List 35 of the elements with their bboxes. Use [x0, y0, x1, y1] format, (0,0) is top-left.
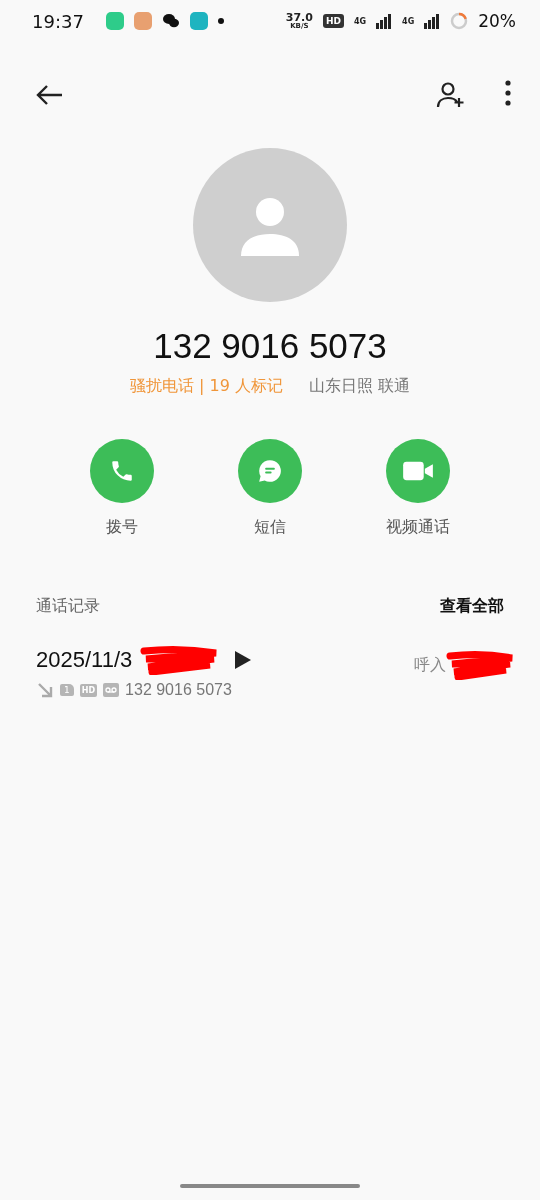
- app-icon: [133, 12, 152, 30]
- action-label: 拨号: [106, 517, 138, 538]
- number-location: 山东日照 联通: [308, 376, 411, 397]
- action-label: 短信: [254, 517, 286, 538]
- action-label: 视频通话: [386, 517, 450, 538]
- phone-number: 132 9016 5073: [153, 326, 387, 366]
- incoming-arrow-icon: [36, 681, 54, 699]
- call-date: 2025/11/3: [36, 647, 133, 673]
- sim-badge: 1: [60, 684, 74, 696]
- hd-badge: HD: [79, 683, 98, 697]
- status-time: 19:37: [32, 10, 84, 32]
- network-type: 4G: [402, 16, 415, 26]
- phone-icon: [109, 458, 135, 484]
- signal-icon: [376, 13, 393, 29]
- battery-app-icon: [105, 12, 124, 30]
- notification-dot-icon: [217, 18, 224, 24]
- signal-icon: [424, 13, 441, 29]
- network-speed: 37.0: [285, 12, 313, 23]
- view-all-link[interactable]: 查看全部: [440, 596, 504, 617]
- spam-tag: 骚扰电话 | 19 人标记: [129, 376, 283, 397]
- voicemail-icon: [103, 683, 120, 697]
- hd-voice-badge: HD: [322, 14, 344, 28]
- call-number: 132 9016 5073: [125, 681, 232, 699]
- battery-percent: 20%: [478, 11, 516, 31]
- call-type: 呼入: [414, 654, 446, 676]
- more-vertical-icon: [504, 80, 512, 106]
- message-icon: [257, 458, 283, 484]
- chat-bubbles-icon: [161, 13, 180, 29]
- play-icon[interactable]: [234, 650, 253, 670]
- network-type: 4G: [353, 16, 367, 26]
- redaction-mark: [446, 650, 516, 680]
- app-icon: [189, 12, 208, 30]
- video-camera-icon: [402, 459, 434, 483]
- section-title: 通话记录: [36, 596, 100, 617]
- battery-ring-icon: [450, 12, 469, 30]
